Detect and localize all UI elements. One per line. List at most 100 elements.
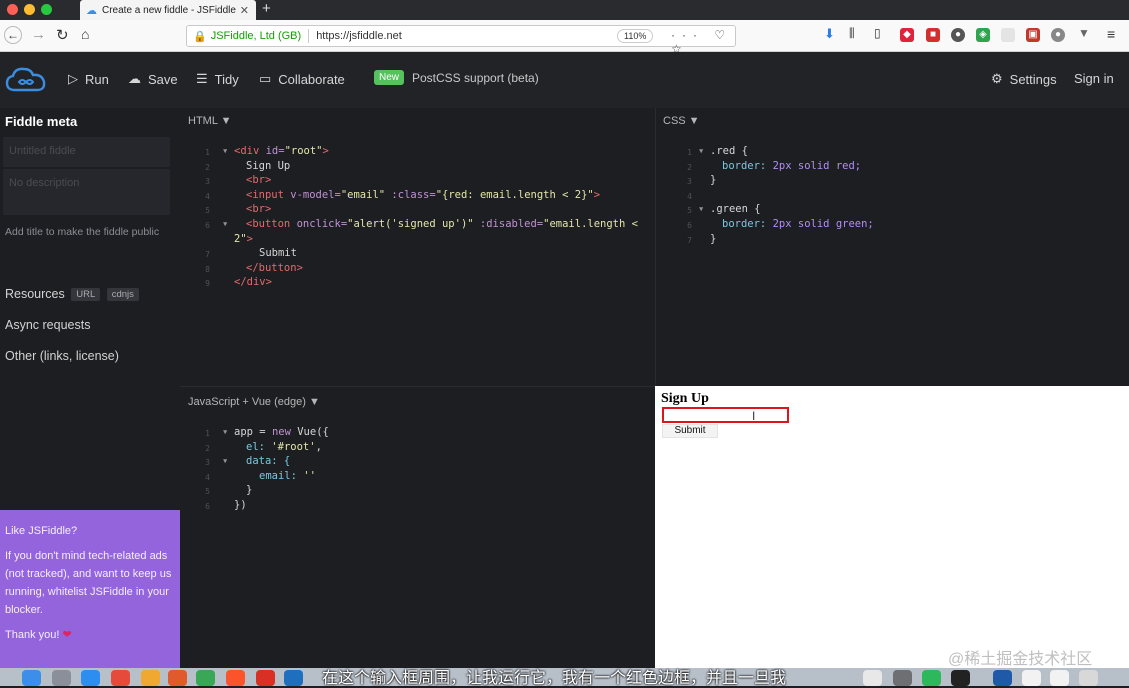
library-icon[interactable]: ⫼ — [849, 26, 855, 41]
async-requests-section[interactable]: Async requests — [5, 318, 90, 332]
new-tab-button[interactable]: + — [262, 0, 276, 20]
address-bar[interactable]: 🔒 JSFiddle, Ltd (GB) https://jsfiddle.ne… — [186, 25, 736, 56]
dock-app-icon[interactable] — [141, 670, 160, 686]
result-panel: Sign Up I Submit — [655, 386, 1129, 668]
html-editor-panel: HTML ▼ 1 ▾ <div id="root"> 2 Sign Up 3 <br> … — [180, 108, 655, 386]
vivaldi-icon[interactable] — [256, 670, 275, 686]
result-email-input[interactable] — [662, 407, 789, 423]
extension-gray-icon[interactable]: ● — [951, 28, 965, 42]
tidy-label: Tidy — [214, 71, 239, 87]
postcss-announcement[interactable]: PostCSS support (beta) — [412, 71, 539, 85]
minimize-window-button[interactable] — [24, 4, 35, 15]
resource-cdnjs-chip[interactable]: cdnjs — [106, 288, 139, 301]
trash-icon[interactable] — [1079, 670, 1098, 686]
fiddle-description-input[interactable]: No description — [3, 169, 170, 215]
sign-in-label: Sign in — [1074, 71, 1114, 86]
browser-tab[interactable]: ☁ Create a new fiddle - JSFiddle ✕ — [80, 0, 256, 20]
safari-icon[interactable] — [81, 670, 100, 686]
pocket-icon[interactable]: ◆ — [900, 28, 914, 42]
browser-tab-bar: ☁ Create a new fiddle - JSFiddle ✕ + — [0, 0, 1129, 20]
extension-blank-icon[interactable] — [1001, 28, 1015, 42]
brave-icon[interactable] — [226, 670, 245, 686]
sliders-icon: ⚙ — [991, 71, 1003, 86]
align-lines-icon: ☰ — [196, 71, 208, 86]
finder-icon[interactable] — [22, 670, 41, 686]
chrome-icon[interactable] — [111, 670, 130, 686]
js-editor-panel: JavaScript + Vue (edge) ▼ 1 ▾ app = new Vu… — [180, 387, 655, 668]
ad-thanks-line: Thank you! ❤ — [5, 626, 175, 644]
jsfiddle-logo-icon[interactable] — [5, 66, 47, 94]
support-jsfiddle-ad: Like JSFiddle? If you don't mind tech-re… — [0, 510, 180, 668]
save-button[interactable]: ☁ Save — [128, 71, 178, 87]
url-text[interactable]: https://jsfiddle.net — [316, 30, 402, 42]
home-icon[interactable]: ⌂ — [81, 26, 89, 42]
collaborate-button[interactable]: ▭ Collaborate — [259, 71, 345, 87]
tidy-button[interactable]: ☰ Tidy — [196, 71, 239, 87]
other-links-license-section[interactable]: Other (links, license) — [5, 349, 119, 363]
settings-label: Settings — [1009, 71, 1057, 87]
sign-in-link[interactable]: Sign in — [1074, 71, 1114, 86]
play-icon: ▷ — [68, 71, 78, 86]
jsfiddle-favicon-icon: ☁ — [86, 4, 97, 17]
url-divider — [308, 29, 310, 43]
heart-icon: ❤ — [62, 629, 72, 641]
run-label: Run — [85, 71, 109, 87]
extension-notify-icon[interactable]: ● — [1051, 28, 1065, 42]
ad-body: If you don't mind tech-related ads (not … — [5, 550, 172, 616]
fiddle-title-input[interactable]: Untitled fiddle — [3, 137, 170, 167]
ad-heading: Like JSFiddle? — [5, 525, 78, 537]
keynote-icon[interactable] — [993, 670, 1012, 686]
resource-url-chip[interactable]: URL — [71, 288, 101, 301]
close-tab-icon[interactable]: ✕ — [240, 4, 249, 17]
chat-bubble-icon: ▭ — [259, 71, 272, 86]
ublock-icon[interactable]: ▣ — [1026, 28, 1040, 42]
text-cursor-icon: I — [752, 409, 756, 423]
result-submit-button[interactable]: Submit — [662, 424, 718, 438]
save-label: Save — [148, 71, 178, 87]
ad-thanks: Thank you! — [5, 629, 60, 641]
fiddle-public-hint: Add title to make the fiddle public — [5, 226, 160, 238]
video-subtitle: 在这个输入框周围，让我运行它，我有一个红色边框，并且一旦我 — [322, 670, 787, 687]
launchpad-icon[interactable] — [52, 670, 71, 686]
cloud-upload-icon: ☁ — [128, 71, 141, 86]
dollar-app-icon[interactable] — [922, 670, 941, 686]
dock-green-app-icon[interactable] — [196, 670, 215, 686]
shield-icon[interactable]: ◈ — [976, 28, 990, 42]
hamburger-menu-icon[interactable]: ≡ — [1107, 26, 1115, 42]
collaborate-label: Collaborate — [278, 71, 345, 87]
zoom-window-button[interactable] — [41, 4, 52, 15]
document-icon[interactable] — [1050, 670, 1069, 686]
extension-vee-icon[interactable]: ▼ — [1078, 26, 1090, 40]
html-panel-label[interactable]: HTML ▼ — [188, 115, 232, 127]
css-code-editor[interactable]: 1 ▾ .red { 2 border: 2px solid red; 3} 4 5 ▾… — [656, 144, 1126, 246]
jsfiddle-header: ▷ Run ☁ Save ☰ Tidy ▭ Collaborate New Po… — [0, 52, 1129, 108]
result-sign-up-heading: Sign Up — [661, 391, 709, 406]
terminal-icon[interactable] — [951, 670, 970, 686]
lock-icon: 🔒 — [193, 30, 207, 43]
download-icon[interactable]: ⬇ — [824, 26, 835, 42]
extension-red-icon[interactable]: ■ — [926, 28, 940, 42]
reload-icon[interactable]: ↻ — [56, 26, 69, 44]
tex-icon[interactable] — [893, 670, 912, 686]
run-button[interactable]: ▷ Run — [68, 71, 109, 87]
site-identity[interactable]: JSFiddle, Ltd (GB) — [211, 30, 301, 42]
preview-icon[interactable] — [1022, 670, 1041, 686]
new-badge: New — [374, 70, 405, 85]
back-arrow-icon[interactable]: ← — [4, 26, 22, 44]
resources-section[interactable]: Resources URL cdnjs — [5, 287, 139, 301]
css-panel-label[interactable]: CSS ▼ — [663, 115, 700, 127]
fiddle-meta-title: Fiddle meta — [5, 114, 78, 129]
juejin-watermark: @稀土掘金技术社区 — [948, 651, 1093, 668]
settings-button[interactable]: ⚙ Settings — [991, 71, 1057, 87]
js-code-editor[interactable]: 1 ▾ app = new Vue({ 2 el: '#root', 3 ▾ data: … — [180, 425, 650, 513]
close-window-button[interactable] — [7, 4, 18, 15]
zoom-indicator[interactable]: 110% — [617, 29, 654, 43]
html-code-editor[interactable]: 1 ▾ <div id="root"> 2 Sign Up 3 <br> 4 <input… — [180, 144, 650, 290]
firefox-icon[interactable] — [168, 670, 187, 686]
vscode-icon[interactable] — [284, 670, 303, 686]
sidebar-toggle-icon[interactable]: ▯ — [874, 26, 881, 40]
css-editor-panel: CSS ▼ 1 ▾ .red { 2 border: 2px solid red; 3… — [656, 108, 1129, 386]
forward-arrow-icon[interactable]: → — [31, 26, 46, 43]
calendar-icon[interactable] — [863, 670, 882, 686]
js-panel-label[interactable]: JavaScript + Vue (edge) ▼ — [188, 396, 320, 408]
